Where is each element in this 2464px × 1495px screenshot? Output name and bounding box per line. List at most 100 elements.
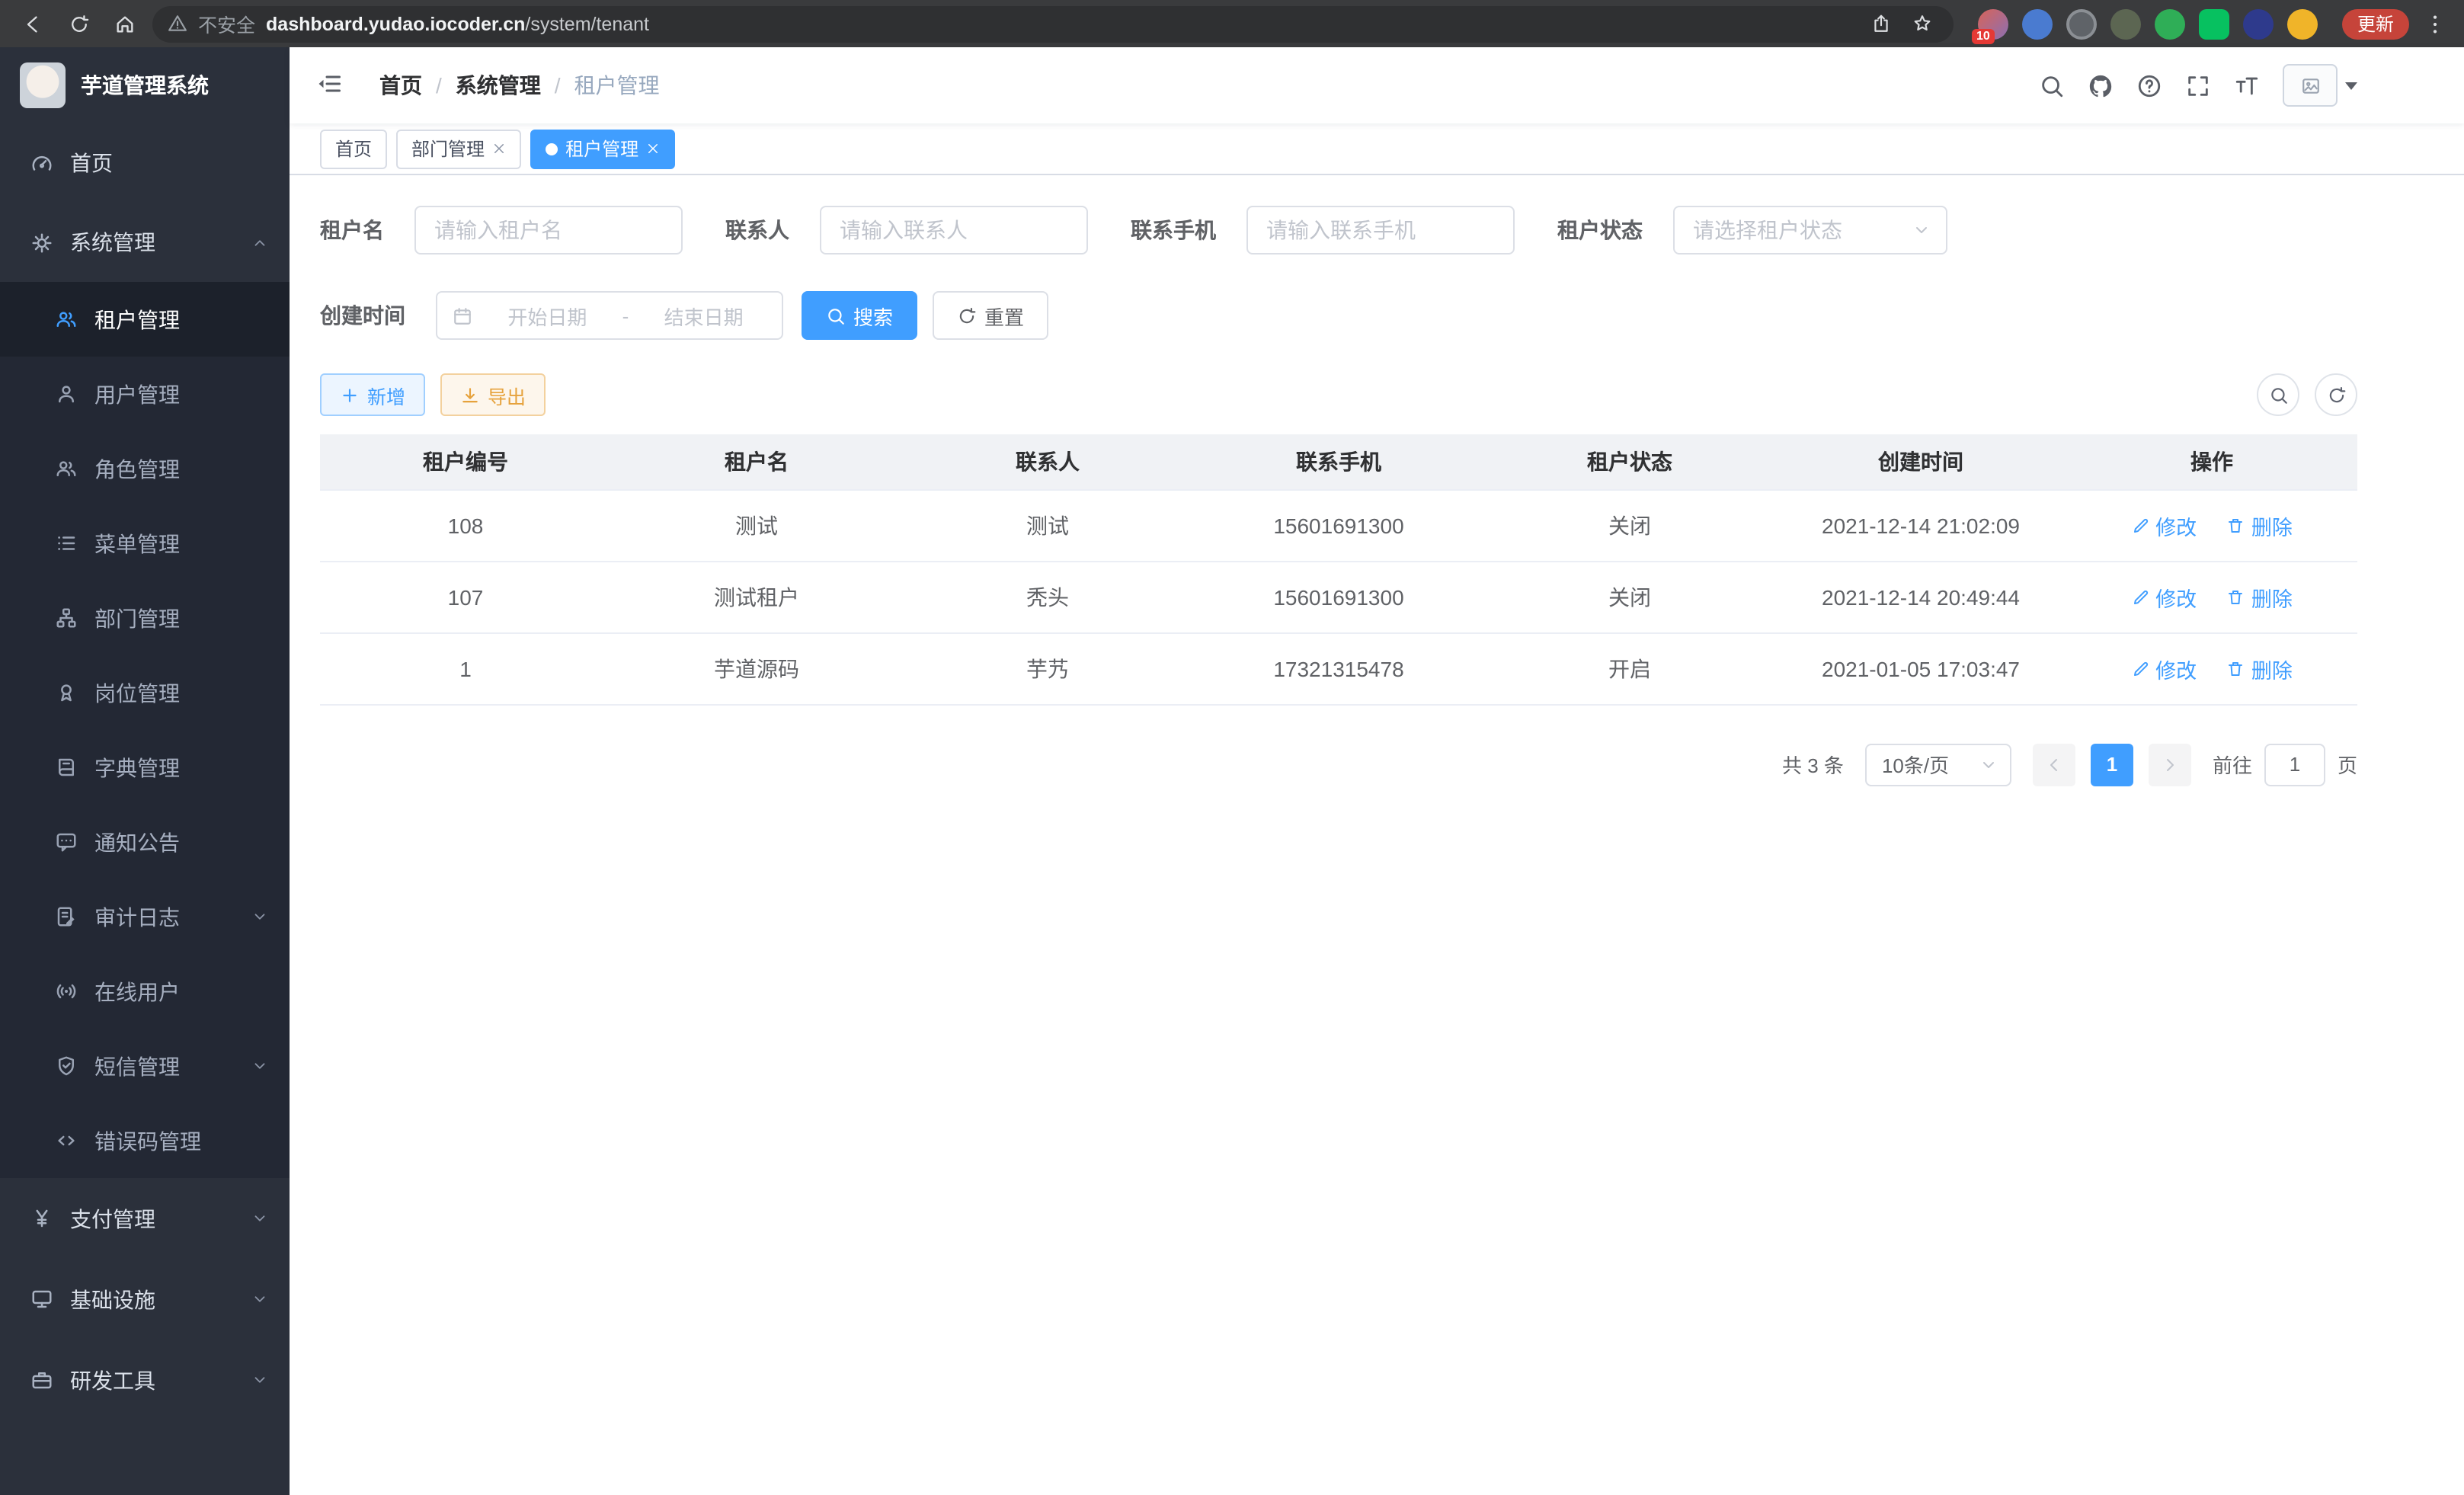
page-size-select[interactable]: 10条/页 (1865, 743, 2011, 786)
filter-row-2: 创建时间 开始日期 - 结束日期 搜索 重置 (320, 291, 2357, 340)
pagination-total: 共 3 条 (1782, 750, 1844, 779)
sidebar-item-payment[interactable]: 支付管理 (0, 1178, 290, 1259)
extension-icon[interactable] (2110, 8, 2141, 39)
home-button[interactable] (107, 5, 143, 42)
extension-icon[interactable] (2022, 8, 2053, 39)
breadcrumb: 首页 / 系统管理 / 租户管理 (379, 70, 660, 101)
col-phone: 联系手机 (1193, 434, 1484, 489)
trash-icon (2227, 516, 2245, 534)
toggle-search-button[interactable] (2257, 373, 2299, 416)
phone-input[interactable] (1246, 206, 1515, 255)
status-select[interactable]: 请选择租户状态 (1673, 206, 1947, 255)
search-button[interactable]: 搜索 (802, 291, 917, 340)
date-end-placeholder: 结束日期 (641, 301, 766, 330)
bookmark-button[interactable] (1908, 8, 1938, 39)
security-label[interactable]: 不安全 (198, 9, 255, 38)
sidebar-item-dict[interactable]: 字典管理 (0, 730, 290, 805)
header-search-button[interactable] (2039, 72, 2065, 98)
close-icon[interactable] (646, 142, 660, 155)
sidebar-item-user[interactable]: 用户管理 (0, 357, 290, 431)
tag-home[interactable]: 首页 (320, 129, 387, 168)
sidebar-item-error-code[interactable]: 错误码管理 (0, 1103, 290, 1178)
sidebar-item-label: 角色管理 (94, 453, 180, 484)
reload-button[interactable] (61, 5, 98, 42)
sidebar-item-notice[interactable]: 通知公告 (0, 805, 290, 879)
sidebar-item-sms[interactable]: 短信管理 (0, 1029, 290, 1103)
download-icon (460, 385, 480, 405)
browser-menu-button[interactable] (2421, 11, 2449, 36)
prev-page-button[interactable] (2033, 743, 2075, 786)
github-link[interactable] (2088, 72, 2114, 98)
sidebar-item-infrastructure[interactable]: 基础设施 (0, 1259, 290, 1340)
tenant-name-label: 租户名 (320, 215, 384, 245)
app-logo[interactable]: 芋道管理系统 (0, 47, 290, 123)
sidebar-item-role[interactable]: 角色管理 (0, 431, 290, 506)
extension-icon[interactable] (2243, 8, 2274, 39)
tag-label: 租户管理 (565, 136, 638, 162)
sidebar-item-home[interactable]: 首页 (0, 123, 290, 203)
fullscreen-icon (2185, 72, 2211, 98)
sidebar-item-system[interactable]: 系统管理 (0, 203, 290, 282)
url-text[interactable]: dashboard.yudao.iocoder.cn/system/tenant (266, 13, 649, 34)
delete-link[interactable]: 删除 (2227, 581, 2293, 612)
goto-label: 前往 (2213, 750, 2252, 779)
breadcrumb-system[interactable]: 系统管理 (456, 70, 541, 101)
extension-icon[interactable] (2066, 8, 2097, 39)
sidebar-item-audit-log[interactable]: 审计日志 (0, 879, 290, 954)
delete-link[interactable]: 删除 (2227, 510, 2293, 540)
cell-phone: 17321315478 (1193, 632, 1484, 704)
sidebar-item-dev-tools[interactable]: 研发工具 (0, 1340, 290, 1420)
reset-button[interactable]: 重置 (933, 291, 1048, 340)
back-button[interactable] (15, 5, 52, 42)
extension-icon[interactable] (2155, 8, 2185, 39)
user-menu[interactable] (2283, 64, 2357, 107)
top-navbar: 首页 / 系统管理 / 租户管理 (290, 47, 2464, 123)
goto-page-input[interactable] (2264, 743, 2325, 786)
navbar-actions (2039, 64, 2357, 107)
edit-link[interactable]: 修改 (2131, 581, 2197, 612)
fullscreen-button[interactable] (2185, 72, 2211, 98)
sidebar-item-tenant[interactable]: 租户管理 (0, 282, 290, 357)
contact-input[interactable] (820, 206, 1088, 255)
date-range-picker[interactable]: 开始日期 - 结束日期 (436, 291, 783, 340)
edit-icon (2131, 587, 2149, 606)
col-contact: 联系人 (902, 434, 1193, 489)
next-page-button[interactable] (2149, 743, 2191, 786)
tag-dept[interactable]: 部门管理 (396, 129, 521, 168)
address-bar[interactable]: 不安全 dashboard.yudao.iocoder.cn/system/te… (152, 5, 1954, 42)
export-button[interactable]: 导出 (440, 373, 546, 416)
tag-tenant-active[interactable]: 租户管理 (530, 129, 675, 168)
help-button[interactable] (2136, 72, 2162, 98)
close-icon[interactable] (492, 142, 506, 155)
sidebar-item-dept[interactable]: 部门管理 (0, 581, 290, 655)
tenant-name-input[interactable] (414, 206, 683, 255)
sidebar-item-menu[interactable]: 菜单管理 (0, 506, 290, 581)
breadcrumb-home[interactable]: 首页 (379, 70, 422, 101)
refresh-table-button[interactable] (2315, 373, 2357, 416)
pager: 1 (2033, 743, 2191, 786)
page-number-1[interactable]: 1 (2091, 743, 2133, 786)
cell-actions: 修改 删除 (2066, 632, 2357, 704)
edit-link[interactable]: 修改 (2131, 653, 2197, 683)
sidebar-item-online-users[interactable]: 在线用户 (0, 954, 290, 1029)
gear-icon (30, 231, 53, 254)
chevron-left-icon (2045, 755, 2063, 773)
browser-update-button[interactable]: 更新 (2342, 8, 2409, 39)
pagination: 共 3 条 10条/页 1 (320, 743, 2357, 786)
sidebar-fold-button[interactable] (315, 70, 346, 101)
star-icon (1913, 14, 1933, 34)
chevron-down-icon (251, 1210, 268, 1227)
font-size-button[interactable] (2234, 72, 2260, 98)
extension-icon[interactable] (2287, 8, 2318, 39)
share-button[interactable] (1867, 8, 1897, 39)
sidebar-item-post[interactable]: 岗位管理 (0, 655, 290, 730)
extension-icon[interactable]: 10 (1978, 8, 2008, 39)
extension-icon[interactable] (2199, 8, 2229, 39)
edit-link[interactable]: 修改 (2131, 510, 2197, 540)
message-icon (55, 831, 78, 853)
trash-icon (2227, 587, 2245, 606)
filter-create-time: 创建时间 开始日期 - 结束日期 (320, 291, 783, 340)
font-size-icon (2234, 72, 2260, 98)
delete-link[interactable]: 删除 (2227, 653, 2293, 683)
add-button[interactable]: 新增 (320, 373, 425, 416)
